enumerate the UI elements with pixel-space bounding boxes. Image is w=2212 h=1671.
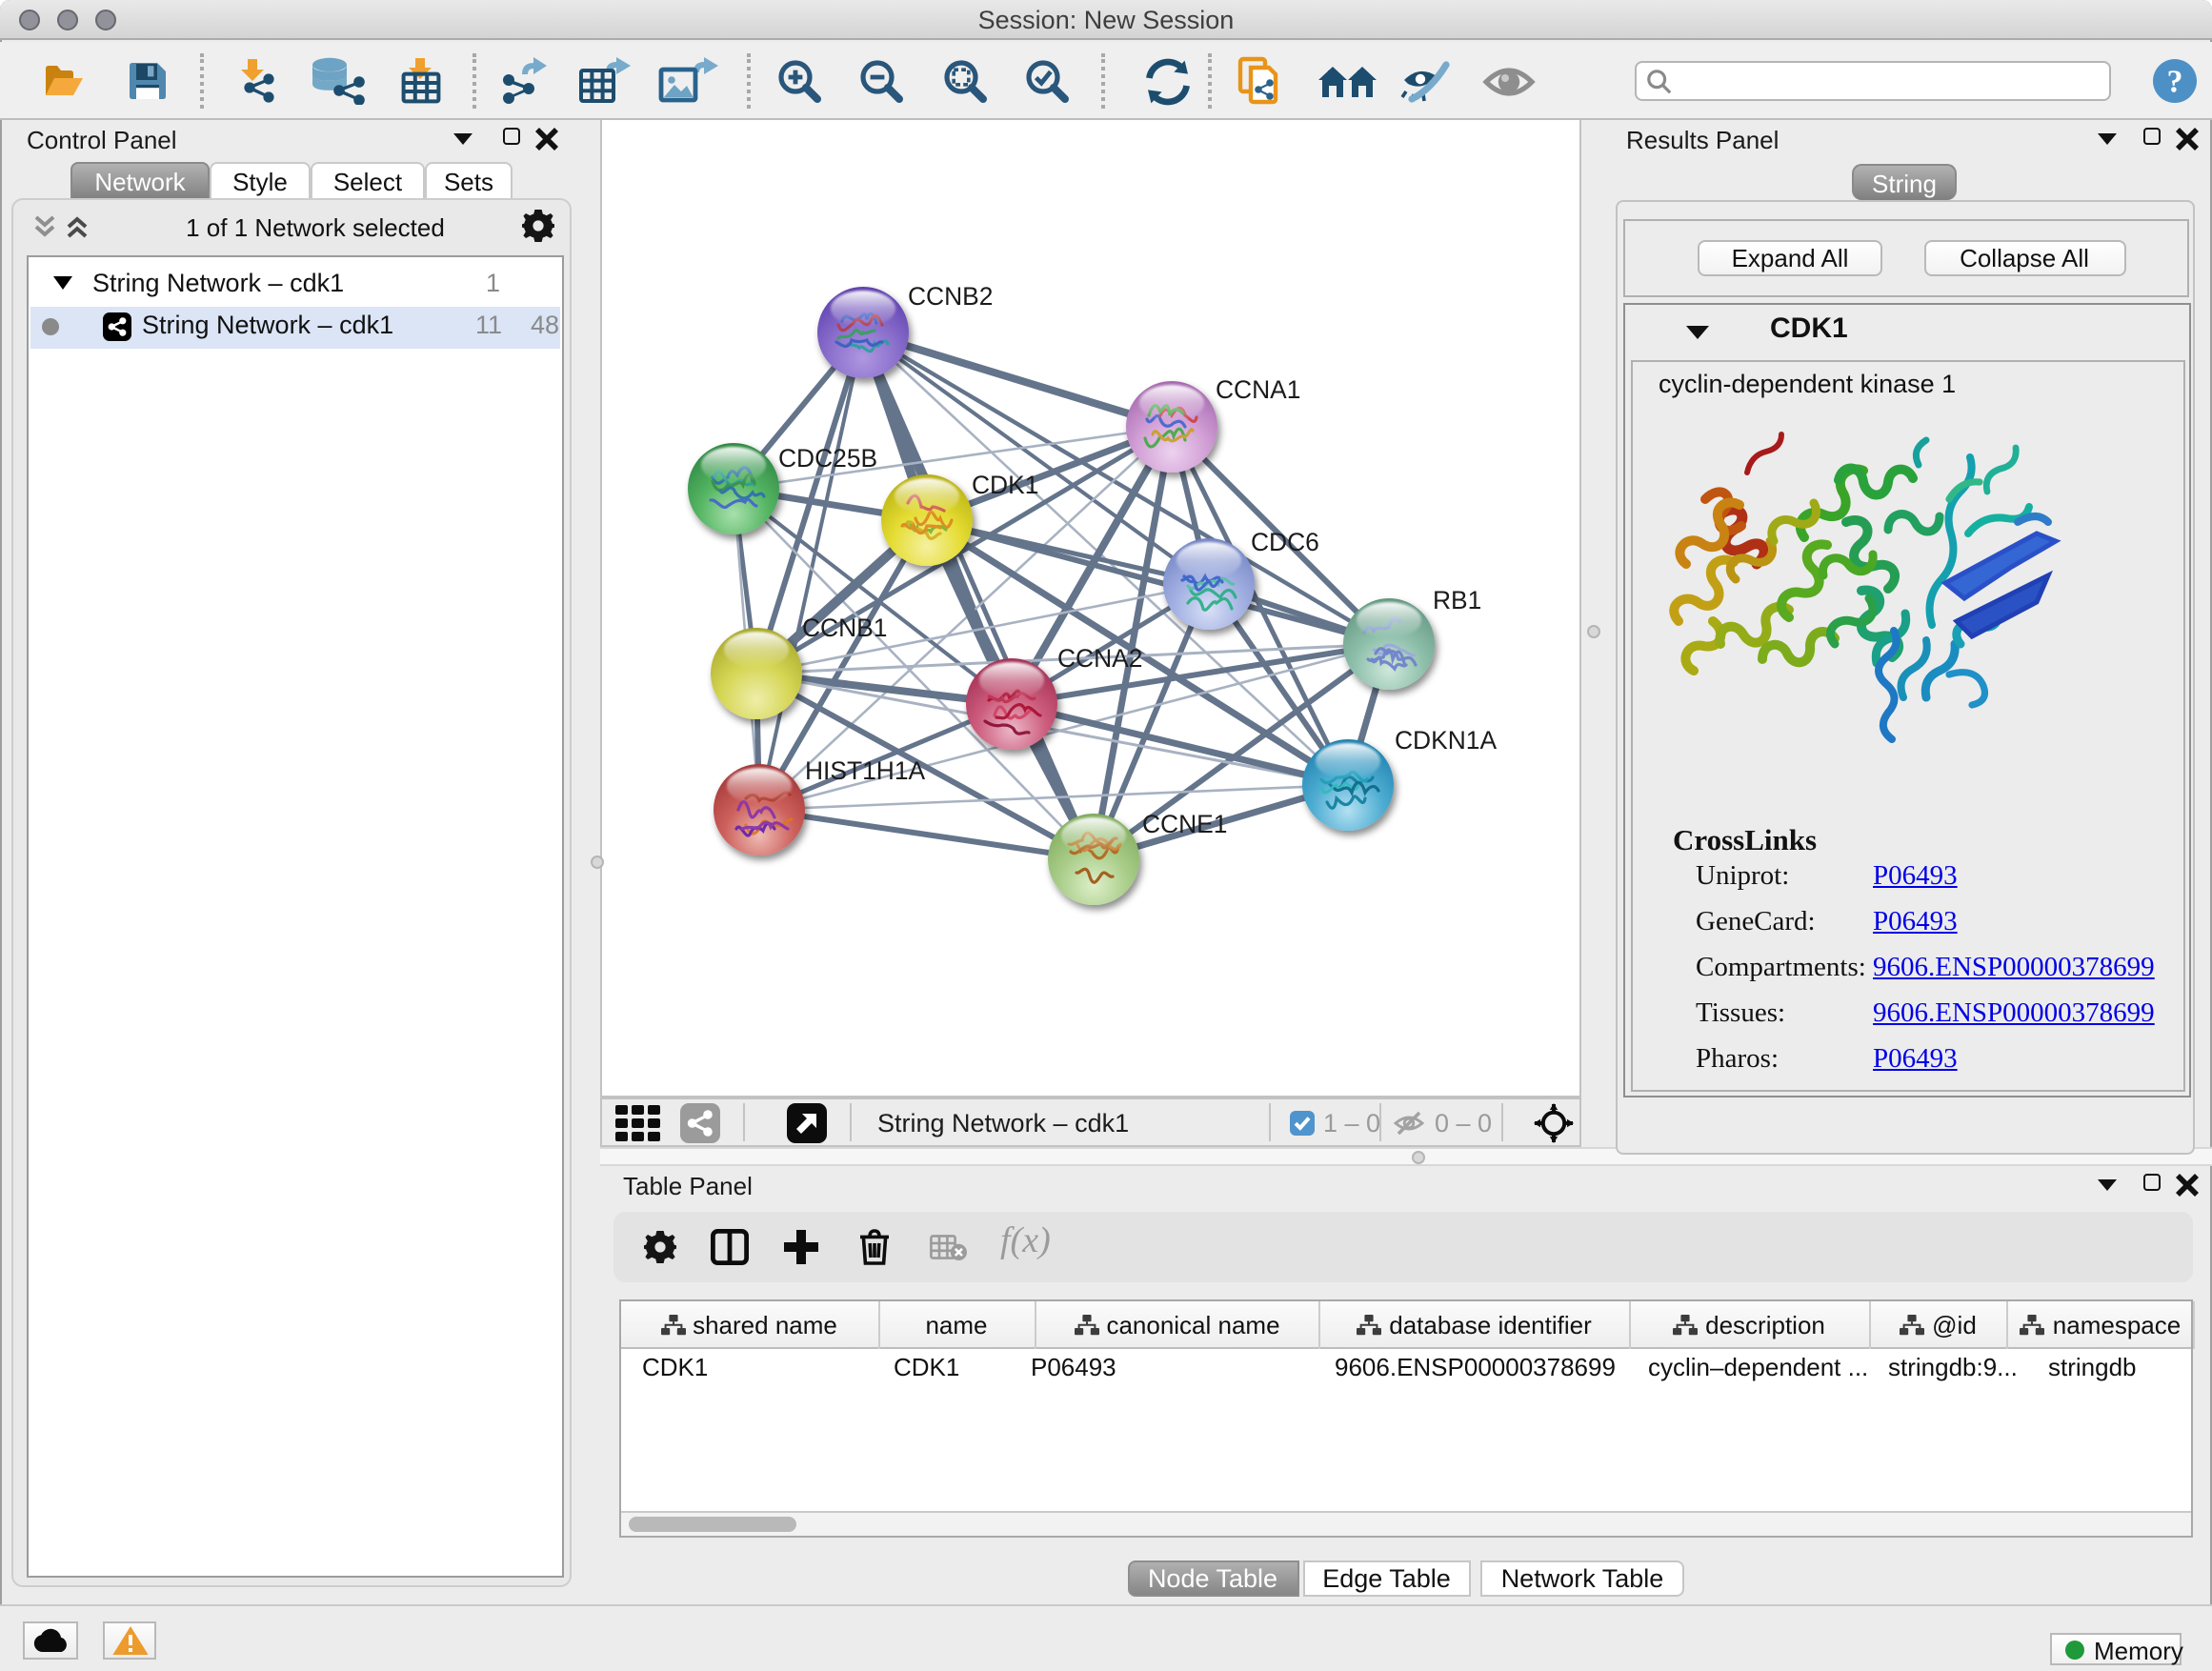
svg-text:CDKN1A: CDKN1A [1394,726,1496,755]
svg-text:CCNE1: CCNE1 [1141,810,1226,838]
svg-text:CCNA1: CCNA1 [1215,375,1299,404]
svg-text:?: ? [2167,64,2183,99]
svg-text:RB1: RB1 [1432,586,1480,614]
svg-text:CDK1: CDK1 [971,471,1037,499]
svg-text:CCNB2: CCNB2 [907,282,992,311]
svg-text:CCNA2: CCNA2 [1056,644,1141,673]
svg-text:CDC25B: CDC25B [777,444,876,473]
svg-text:CDC6: CDC6 [1250,528,1318,556]
svg-text:HIST1H1A: HIST1H1A [804,756,925,785]
svg-text:CCNB1: CCNB1 [801,614,886,642]
